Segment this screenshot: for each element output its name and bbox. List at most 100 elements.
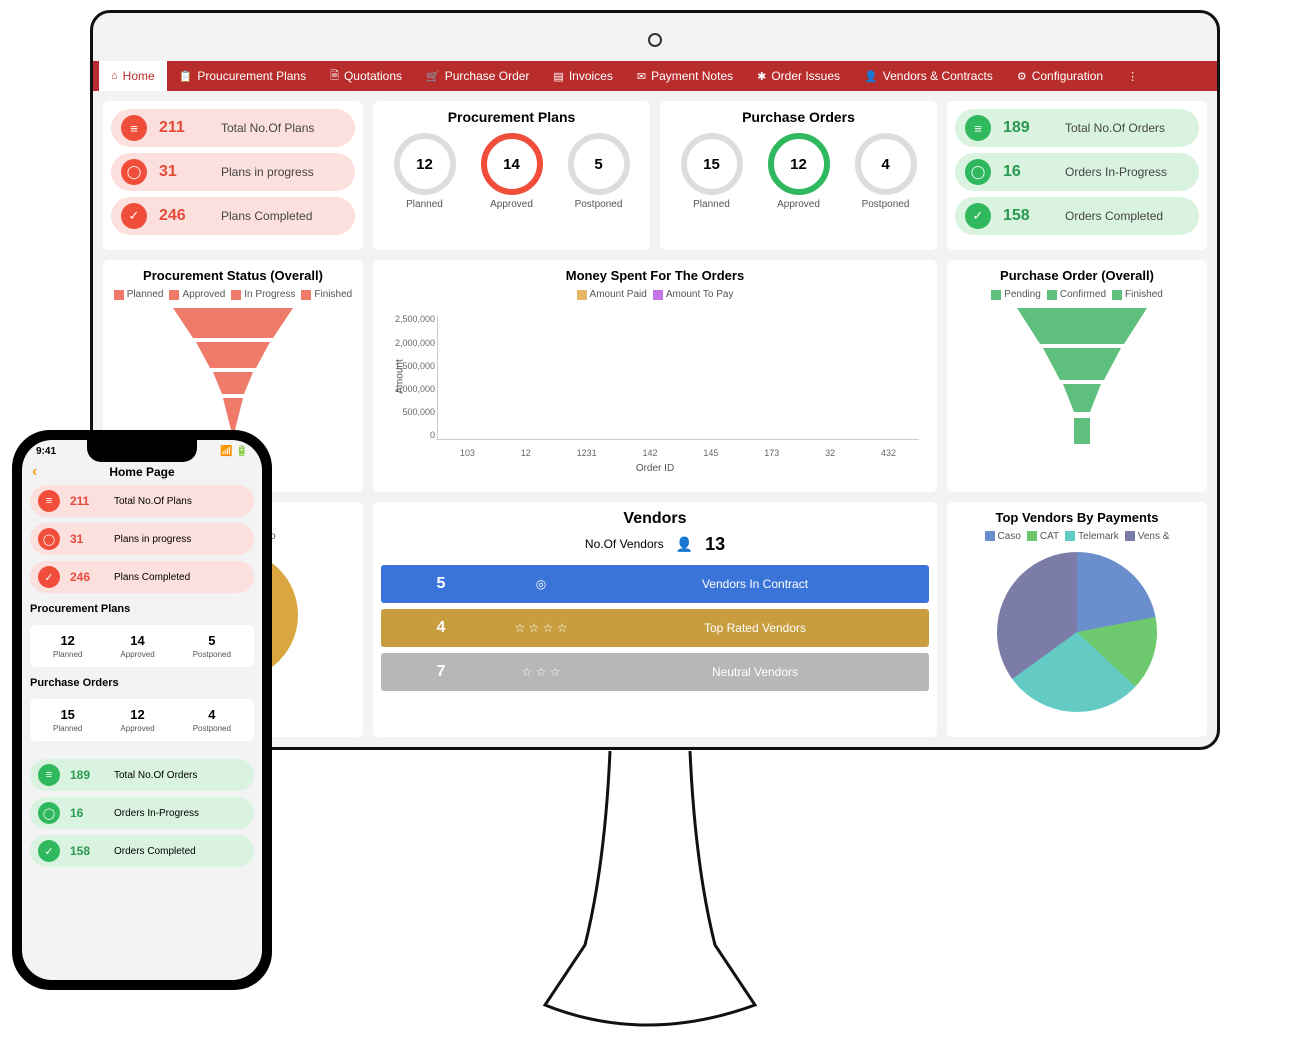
legend: Amount Paid Amount To Pay (381, 289, 929, 300)
tab-label: Quotations (344, 69, 402, 83)
page-title: Home Page (109, 465, 174, 479)
tab-payment-notes[interactable]: ✉Payment Notes (625, 61, 745, 91)
phone-stat-plans-completed: ✓ 246 Plans Completed (30, 561, 254, 593)
vendors-count-label: No.Of Vendors (585, 537, 664, 551)
vendor-row[interactable]: 7☆ ☆ ☆Neutral Vendors (381, 653, 929, 691)
circle-icon: ◯ (38, 528, 60, 550)
phone-stat-orders-progress: ◯16Orders In-Progress (30, 797, 254, 829)
section-title: Procurement Status (Overall) (111, 268, 355, 283)
clipboard-icon: 📋 (179, 70, 193, 83)
tab-label: Order Issues (771, 69, 840, 83)
check-icon: ✓ (121, 203, 147, 229)
stat-label: Total No.Of Orders (114, 770, 197, 781)
ring-gauge: 14Approved (481, 133, 543, 210)
overflow-menu[interactable]: ⋮ (1115, 61, 1150, 91)
stat-label: Orders Completed (1065, 209, 1163, 223)
purchase-orders-rings: Purchase Orders 15Planned12Approved4Post… (660, 101, 937, 250)
stat-total-orders: ≡189Total No.Of Orders (955, 109, 1199, 147)
phone-stat-orders-total: ≡189Total No.Of Orders (30, 759, 254, 791)
tab-purchase-order[interactable]: 🛒Purchase Order (414, 61, 541, 91)
tab-label: Proucurement Plans (197, 69, 306, 83)
stat-value: 16 (70, 806, 104, 820)
stat-label: Plans in progress (221, 165, 314, 179)
stat-value: 211 (159, 119, 209, 137)
vendor-row[interactable]: 4☆ ☆ ☆ ☆Top Rated Vendors (381, 609, 929, 647)
stat-total-plans: ≡211Total No.Of Plans (111, 109, 355, 147)
orders-stats-card: ≡189Total No.Of Orders ◯ 16 Orders In-Prog… (947, 101, 1207, 250)
check-icon: ✓ (965, 203, 991, 229)
legend: PlannedApprovedIn ProgressFinished (111, 289, 355, 300)
stat-label: Orders In-Progress (1065, 165, 1167, 179)
camera-icon (648, 33, 662, 47)
legend: CasoCATTelemarkVens & (955, 531, 1199, 542)
ring-gauge: 12Approved (768, 133, 830, 210)
phone-time: 9:41 (36, 446, 56, 457)
tab-vendors-contracts[interactable]: 👤Vendors & Contracts (852, 61, 1005, 91)
ring-label: Approved (120, 650, 154, 659)
main-navbar: ⌂Home 📋 Proucurement Plans 🗎 Quotations 🛒P… (93, 61, 1217, 91)
phone-po-rings: 15Planned 12Approved 4Postponed (30, 699, 254, 741)
stat-value: 31 (70, 532, 104, 546)
person-icon: 👤 (676, 536, 693, 553)
procurement-plans-rings: Procurement Plans 12Planned 14Approved 5Po… (373, 101, 650, 250)
ring-value: 15 (53, 707, 82, 722)
stat-label: Total No.Of Orders (1065, 121, 1165, 135)
document-icon: 🗎 (330, 67, 339, 86)
tab-label: Vendors & Contracts (883, 69, 993, 83)
po-overall-card: Purchase Order (Overall) PendingConfirme… (947, 260, 1207, 491)
stat-value: 211 (70, 494, 104, 508)
stat-label: Plans in progress (114, 534, 191, 545)
stat-value: 16 (1003, 163, 1053, 181)
vendor-row[interactable]: 5◎Vendors In Contract (381, 565, 929, 603)
asterisk-icon: ✱ (757, 70, 766, 83)
pie-chart-payments (997, 552, 1157, 712)
circle-icon: ◯ (965, 159, 991, 185)
stat-value: 246 (70, 570, 104, 584)
check-icon: ✓ (38, 566, 60, 588)
ring-gauge: 12Planned (394, 133, 456, 210)
stat-plans-progress: ◯ 31 Plans in progress (111, 153, 355, 191)
funnel-chart-procurement (168, 308, 298, 438)
stat-label: Plans Completed (114, 572, 190, 583)
vendors-count: 13 (705, 534, 725, 555)
sliders-icon: ≡ (38, 490, 60, 512)
monitor-stand (535, 745, 765, 1035)
stat-label: Total No.Of Plans (221, 121, 314, 135)
stat-value: 31 (159, 163, 209, 181)
section-title: Procurement Plans (381, 109, 642, 125)
section-title: Vendors (381, 510, 929, 528)
money-spent-card: Money Spent For The Orders Amount Paid A… (373, 260, 937, 491)
legend-label: Amount Paid (590, 289, 647, 300)
ring-label: Postponed (193, 650, 231, 659)
tab-label: Payment Notes (651, 69, 733, 83)
tab-home[interactable]: ⌂Home (99, 61, 167, 91)
phone-proc-rings: 12Planned 14Approved 5Postponed (30, 625, 254, 667)
gear-icon: ⚙ (1017, 70, 1027, 83)
back-button[interactable]: ‹ (32, 463, 37, 481)
ring-gauge: 15Planned (681, 133, 743, 210)
tab-procurement-plans[interactable]: 📋 Proucurement Plans (167, 61, 318, 91)
ring-value: 4 (193, 707, 231, 722)
stat-orders-progress: ◯ 16 Orders In-Progress (955, 153, 1199, 191)
phone-stat-orders-completed: ✓158Orders Completed (30, 835, 254, 867)
tab-order-issues[interactable]: ✱ Order Issues (745, 61, 852, 91)
tab-quotations[interactable]: 🗎 Quotations (318, 61, 414, 91)
tab-configuration[interactable]: ⚙Configuration (1005, 61, 1115, 91)
top-vendors-payments-card: Top Vendors By Payments CasoCATTelemarkV… (947, 502, 1207, 737)
sliders-icon: ≡ (38, 764, 60, 786)
section-title: Money Spent For The Orders (381, 268, 929, 283)
section-title: Purchase Orders (668, 109, 929, 125)
phone-header: ‹ Home Page (22, 459, 262, 485)
funnel-chart-purchase (1012, 308, 1142, 438)
ring-gauge: 5Postponed (568, 133, 630, 210)
stat-label: Orders In-Progress (114, 808, 199, 819)
legend: PendingConfirmedFinished (955, 289, 1199, 300)
dots-vertical-icon: ⋮ (1127, 70, 1138, 83)
signal-battery-icon: 📶 🔋 (220, 446, 248, 457)
stat-value: 158 (70, 844, 104, 858)
tab-invoices[interactable]: ▤Invoices (541, 61, 624, 91)
plans-stats-card: ≡211Total No.Of Plans ◯31Plans in progre… (103, 101, 363, 250)
stat-label: Plans Completed (221, 209, 312, 223)
stat-plans-completed: ✓246Plans Completed (111, 197, 355, 235)
circle-icon: ◯ (121, 159, 147, 185)
